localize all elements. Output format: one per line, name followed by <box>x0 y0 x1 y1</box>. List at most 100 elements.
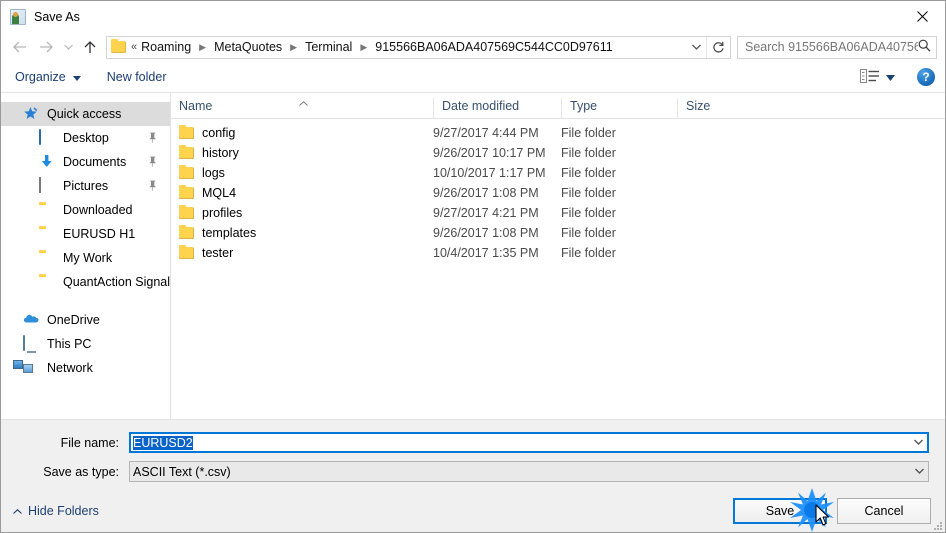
help-label: ? <box>922 70 930 84</box>
file-type: File folder <box>561 226 616 240</box>
column-headers: Name Date modified Type Size <box>171 93 945 119</box>
folder-icon <box>39 250 56 266</box>
sidebar-item-downloaded[interactable]: Downloaded <box>1 198 170 222</box>
navigation-sidebar: Quick access Desktop Documents Pictures … <box>1 93 171 419</box>
file-name-cell: MQL4 <box>171 185 433 200</box>
breadcrumb-overflow[interactable]: « <box>131 41 137 53</box>
recent-locations-chevron-down-icon[interactable] <box>59 35 77 59</box>
up-one-level-icon[interactable] <box>77 35 103 59</box>
window-title: Save As <box>34 9 80 24</box>
forward-icon[interactable] <box>33 35 59 59</box>
file-rows: config 9/27/2017 4:44 PM File folder his… <box>171 119 945 419</box>
save-as-type-row: Save as type: ASCII Text (*.csv) <box>17 461 929 482</box>
pin-icon[interactable] <box>148 156 157 170</box>
help-icon[interactable]: ? <box>917 68 935 86</box>
navigation-bar: « Roaming ▶ MetaQuotes ▶ Terminal ▶ 9155… <box>1 32 945 62</box>
file-name-cell: tester <box>171 245 433 260</box>
file-name-row: File name: EURUSD2 <box>17 432 929 453</box>
view-list-icon[interactable] <box>860 69 880 85</box>
breadcrumb-separator-icon: ▶ <box>360 41 368 52</box>
sidebar-item-label: My Work <box>63 251 113 265</box>
sidebar-item-this-pc[interactable]: This PC <box>1 332 170 356</box>
sidebar-item-label: This PC <box>47 337 92 351</box>
file-name-chevron-down-icon[interactable] <box>909 437 927 448</box>
table-row[interactable]: templates 9/26/2017 1:08 PM File folder <box>171 223 945 243</box>
sidebar-item-desktop[interactable]: Desktop <box>1 126 170 150</box>
sidebar-item-documents[interactable]: Documents <box>1 150 170 174</box>
new-folder-button[interactable]: New folder <box>107 70 167 84</box>
save-button[interactable]: Save <box>733 498 827 524</box>
table-row[interactable]: history 9/26/2017 10:17 PM File folder <box>171 143 945 163</box>
address-bar[interactable]: « Roaming ▶ MetaQuotes ▶ Terminal ▶ 9155… <box>106 35 731 59</box>
sidebar-item-my-work[interactable]: My Work <box>1 246 170 270</box>
file-name-cell: config <box>171 125 433 140</box>
sidebar-item-label: Quick access <box>47 107 122 121</box>
save-as-type-label: Save as type: <box>43 464 119 479</box>
sidebar-item-label: Network <box>47 361 93 375</box>
file-name-input[interactable]: EURUSD2 <box>129 432 929 453</box>
organize-label: Organize <box>15 70 66 84</box>
table-row[interactable]: tester 10/4/2017 1:35 PM File folder <box>171 243 945 263</box>
table-row[interactable]: MQL4 9/26/2017 1:08 PM File folder <box>171 183 945 203</box>
sidebar-item-network[interactable]: Network <box>1 356 170 380</box>
breadcrumb-guid-folder[interactable]: 915566BA06ADA407569C544CC0D97611 <box>374 38 613 56</box>
save-as-type-chevron-down-icon[interactable] <box>910 466 928 477</box>
breadcrumb-roaming[interactable]: Roaming <box>140 38 192 56</box>
table-row[interactable]: logs 10/10/2017 1:17 PM File folder <box>171 163 945 183</box>
file-name: MQL4 <box>202 186 237 200</box>
column-header-name[interactable]: Name <box>171 98 433 118</box>
pin-icon[interactable] <box>148 132 157 146</box>
file-type: File folder <box>561 206 616 220</box>
column-header-date-modified[interactable]: Date modified <box>433 98 561 118</box>
save-as-dialog: Save As « Roaming ▶ MetaQuotes ▶ Termina… <box>0 0 946 533</box>
search-box[interactable]: Search 915566BA06ADA40756... <box>737 35 937 59</box>
search-input[interactable]: Search 915566BA06ADA40756... <box>745 40 918 54</box>
file-date: 9/27/2017 4:44 PM <box>433 126 539 140</box>
save-as-type-value: ASCII Text (*.csv) <box>133 464 231 479</box>
column-header-size[interactable]: Size <box>677 98 757 118</box>
file-name: history <box>202 146 239 160</box>
file-type: File folder <box>561 146 616 160</box>
view-chevron-down-icon[interactable] <box>886 70 895 84</box>
file-name: templates <box>202 226 257 240</box>
hide-folders-button[interactable]: Hide Folders <box>13 504 99 518</box>
pin-icon[interactable] <box>148 180 157 194</box>
column-label: Date modified <box>442 99 520 113</box>
onedrive-cloud-icon <box>23 312 40 328</box>
sidebar-item-label: OneDrive <box>47 313 100 327</box>
quick-access-star-icon <box>23 106 40 122</box>
file-name-cell: profiles <box>171 205 433 220</box>
back-icon[interactable] <box>7 35 33 59</box>
column-label: Type <box>570 99 598 113</box>
sidebar-item-label: Desktop <box>63 131 109 145</box>
sidebar-item-label: Pictures <box>63 179 109 193</box>
title-bar: Save As <box>1 1 945 32</box>
column-label: Name <box>179 99 213 113</box>
breadcrumb-metaquotes[interactable]: MetaQuotes <box>213 38 283 56</box>
folder-icon <box>179 165 194 179</box>
sidebar-item-eurusd-h1[interactable]: EURUSD H1 <box>1 222 170 246</box>
resize-grip[interactable] <box>932 520 942 530</box>
column-header-type[interactable]: Type <box>561 98 677 118</box>
file-type: File folder <box>561 246 616 260</box>
save-as-type-select[interactable]: ASCII Text (*.csv) <box>129 461 929 482</box>
organize-button[interactable]: Organize <box>15 70 81 84</box>
file-date: 9/26/2017 1:08 PM <box>433 186 539 200</box>
sidebar-item-quick-access[interactable]: Quick access <box>1 102 170 126</box>
search-icon[interactable] <box>918 39 931 55</box>
file-type: File folder <box>561 186 616 200</box>
folder-icon <box>39 274 56 290</box>
sidebar-item-onedrive[interactable]: OneDrive <box>1 308 170 332</box>
this-pc-icon <box>23 335 40 352</box>
breadcrumb-terminal[interactable]: Terminal <box>304 38 353 56</box>
table-row[interactable]: config 9/27/2017 4:44 PM File folder <box>171 123 945 143</box>
refresh-icon[interactable] <box>706 36 730 58</box>
desktop-icon <box>39 129 56 146</box>
address-chevron-down-icon[interactable] <box>686 37 706 58</box>
sidebar-item-pictures[interactable]: Pictures <box>1 174 170 198</box>
file-date: 10/4/2017 1:35 PM <box>433 246 539 260</box>
cancel-button[interactable]: Cancel <box>837 498 931 524</box>
close-icon[interactable] <box>899 1 945 32</box>
sidebar-item-quantaction-signal[interactable]: QuantAction Signal <box>1 270 170 294</box>
table-row[interactable]: profiles 9/27/2017 4:21 PM File folder <box>171 203 945 223</box>
